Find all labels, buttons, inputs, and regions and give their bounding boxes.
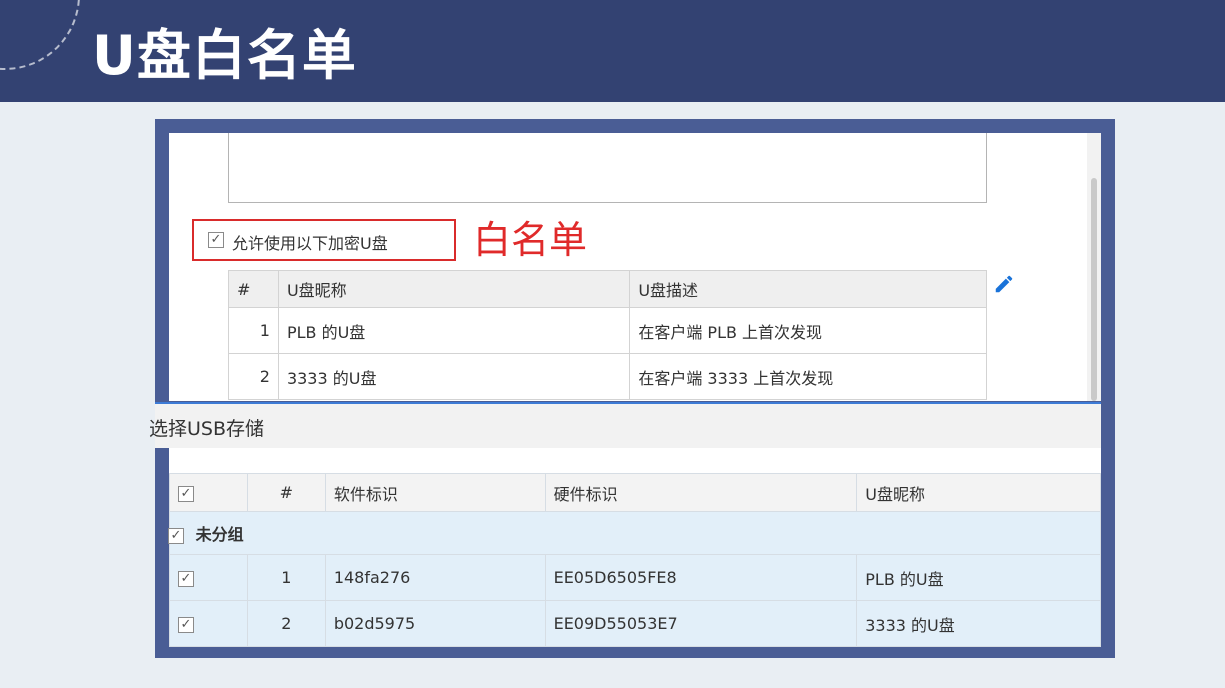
- usb-dialog-title: 选择USB存储: [149, 418, 265, 440]
- page-title: U盘白名单: [92, 24, 357, 87]
- column-header-nickname[interactable]: U盘昵称: [856, 473, 1101, 512]
- screenshot-frame: ✓ 允许使用以下加密U盘 白名单 # U盘昵称 U盘描述 1 PLB 的U盘 在…: [149, 119, 1115, 658]
- row-checkbox[interactable]: ✓: [178, 570, 194, 587]
- group-cell: ✓ 未分组: [168, 511, 1101, 555]
- row-index: 2: [246, 600, 326, 647]
- decorative-arc: [0, 0, 80, 70]
- group-label: 未分组: [195, 525, 244, 544]
- scrollbar[interactable]: [1087, 133, 1101, 401]
- row-hardware-id: EE05D6505FE8: [544, 554, 858, 601]
- row-index: 1: [228, 307, 279, 354]
- allow-checkbox-label: 允许使用以下加密U盘: [232, 234, 388, 253]
- row-nickname: PLB 的U盘: [856, 554, 1101, 601]
- usb-dialog-titlebar: 选择USB存储: [149, 402, 1101, 448]
- description-textarea[interactable]: [228, 133, 987, 203]
- row-select-cell: ✓: [169, 554, 248, 601]
- allow-checkbox[interactable]: ✓: [208, 232, 224, 248]
- scrollbar-thumb[interactable]: [1091, 178, 1097, 401]
- row-description: 在客户端 PLB 上首次发现: [629, 307, 987, 354]
- row-nickname: 3333 的U盘: [277, 353, 631, 400]
- group-row[interactable]: ✓ 未分组: [168, 511, 1101, 555]
- usb-storage-table: ✓ # 软件标识 硬件标识 U盘昵称 ✓ 未分组 ✓ 1 148fa276 EE…: [168, 473, 1101, 647]
- row-software-id: 148fa276: [324, 554, 546, 601]
- table-row[interactable]: 2 3333 的U盘 在客户端 3333 上首次发现: [228, 353, 987, 400]
- column-header-description[interactable]: U盘描述: [629, 270, 987, 308]
- slide-header: U盘白名单: [0, 0, 1225, 102]
- allow-option-highlight: ✓ 允许使用以下加密U盘: [192, 219, 456, 261]
- table-row[interactable]: ✓ 1 148fa276 EE05D6505FE8 PLB 的U盘: [169, 554, 1101, 601]
- row-software-id: b02d5975: [324, 600, 546, 647]
- row-nickname: 3333 的U盘: [856, 600, 1101, 647]
- row-select-cell: ✓: [169, 600, 248, 647]
- column-header-hardware-id[interactable]: 硬件标识: [544, 473, 858, 512]
- table-header-row: ✓ # 软件标识 硬件标识 U盘昵称: [169, 473, 1101, 512]
- table-header-row: # U盘昵称 U盘描述: [228, 270, 987, 308]
- row-checkbox[interactable]: ✓: [178, 616, 194, 633]
- row-index: 1: [246, 554, 326, 601]
- group-checkbox[interactable]: ✓: [168, 527, 184, 544]
- select-all-checkbox[interactable]: ✓: [178, 485, 194, 502]
- row-index: 2: [228, 353, 279, 400]
- row-nickname: PLB 的U盘: [277, 307, 631, 354]
- whitelist-table: # U盘昵称 U盘描述 1 PLB 的U盘 在客户端 PLB 上首次发现 2 3…: [228, 270, 987, 400]
- column-header-software-id[interactable]: 软件标识: [324, 473, 546, 512]
- whitelist-panel: ✓ 允许使用以下加密U盘 白名单 # U盘昵称 U盘描述 1 PLB 的U盘 在…: [169, 133, 1087, 401]
- column-header-index[interactable]: #: [228, 270, 279, 308]
- table-row[interactable]: 1 PLB 的U盘 在客户端 PLB 上首次发现: [228, 307, 987, 354]
- column-header-index[interactable]: #: [246, 473, 326, 512]
- column-header-nickname[interactable]: U盘昵称: [277, 270, 631, 308]
- select-all-cell: ✓: [169, 473, 248, 512]
- whitelist-annotation: 白名单: [473, 218, 588, 262]
- table-row[interactable]: ✓ 2 b02d5975 EE09D55053E7 3333 的U盘: [169, 600, 1101, 647]
- dialog-spacer: [169, 448, 1101, 473]
- pencil-icon[interactable]: [993, 273, 1015, 295]
- row-description: 在客户端 3333 上首次发现: [629, 353, 987, 400]
- row-hardware-id: EE09D55053E7: [544, 600, 858, 647]
